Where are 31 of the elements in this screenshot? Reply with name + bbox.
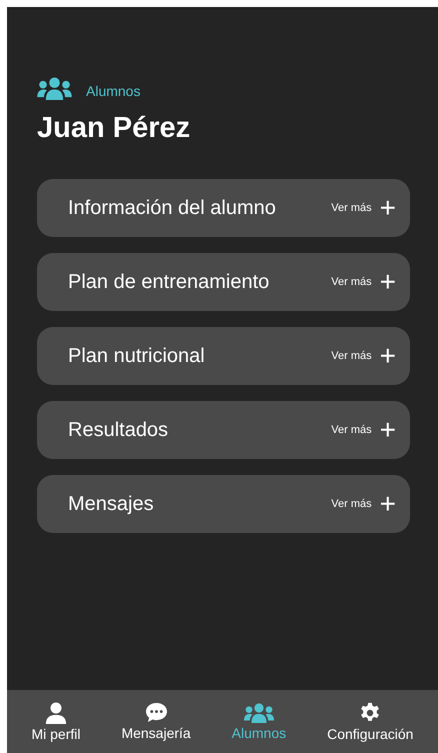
card-title: Plan nutricional <box>68 344 206 368</box>
group-icon <box>244 702 274 722</box>
see-more-link[interactable]: Ver más <box>331 498 372 510</box>
section-card[interactable]: Resultados Ver más + <box>37 401 410 459</box>
plus-icon[interactable]: + <box>380 416 396 444</box>
plus-icon[interactable]: + <box>380 342 396 370</box>
section-card[interactable]: Plan nutricional Ver más + <box>37 327 410 385</box>
chat-icon <box>144 702 168 723</box>
student-name: Juan Pérez <box>37 112 192 145</box>
plus-icon[interactable]: + <box>380 194 396 222</box>
section-card[interactable]: Información del alumno Ver más + <box>37 179 410 237</box>
see-more-link[interactable]: Ver más <box>331 424 372 436</box>
group-icon <box>37 77 72 100</box>
plus-icon[interactable]: + <box>380 490 396 518</box>
card-title: Mensajes <box>68 492 155 516</box>
section-card[interactable]: Mensajes Ver más + <box>37 475 410 533</box>
see-more-link[interactable]: Ver más <box>331 202 372 214</box>
section-label: Alumnos <box>86 82 140 98</box>
settings-icon <box>359 702 382 724</box>
card-title: Información del alumno <box>68 196 277 220</box>
card-title: Plan de entrenamiento <box>68 270 270 294</box>
nav-tab[interactable]: Mensajería <box>121 702 191 741</box>
see-more-link[interactable]: Ver más <box>331 350 372 362</box>
see-more-link[interactable]: Ver más <box>331 276 372 288</box>
plus-icon[interactable]: + <box>380 268 396 296</box>
card-title: Resultados <box>68 418 170 442</box>
person-icon <box>44 702 67 724</box>
section-card[interactable]: Plan de entrenamiento Ver más + <box>37 253 410 311</box>
nav-tab[interactable]: Alumnos <box>232 702 286 740</box>
nav-tab[interactable]: Mi perfil <box>31 702 80 742</box>
nav-tab[interactable]: Configuración <box>327 702 414 742</box>
